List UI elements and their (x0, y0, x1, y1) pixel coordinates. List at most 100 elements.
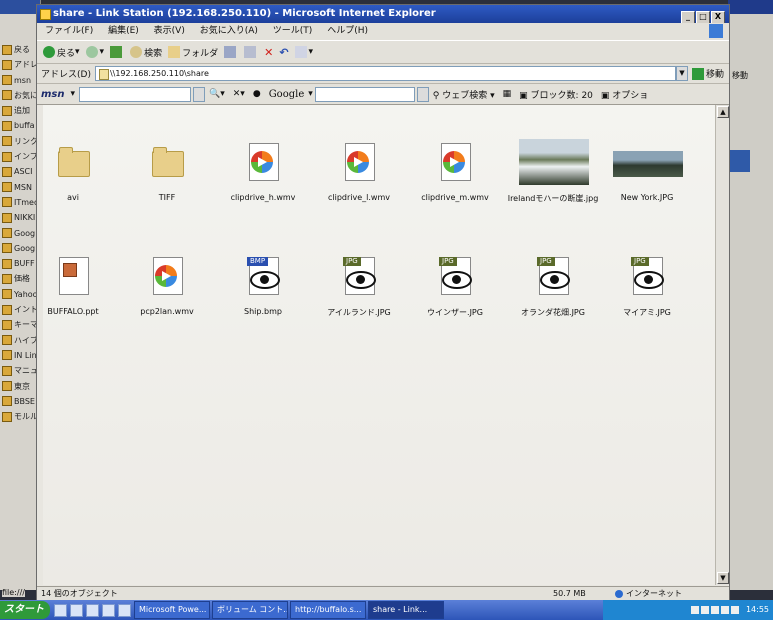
left-favorite-item[interactable]: お気に入り (0, 88, 40, 103)
copy-to-button[interactable] (244, 46, 258, 58)
left-favorite-item[interactable]: msn (0, 73, 40, 88)
file-name: TIFF (158, 193, 176, 202)
google-search-input[interactable] (314, 86, 415, 102)
quicklaunch-app-icon[interactable] (118, 603, 131, 617)
scroll-up-arrow[interactable]: ▲ (717, 106, 729, 118)
task-share-linkstation[interactable]: share - Link... (368, 601, 444, 619)
left-favorite-item[interactable]: IN Lin (0, 348, 40, 363)
copy-to-icon (244, 46, 257, 58)
options-button[interactable]: ▣ オプショ (601, 88, 648, 101)
favorite-icon (2, 75, 12, 86)
address-label: アドレス(D) (41, 70, 91, 80)
file-item[interactable]: New York.JPG (601, 139, 693, 202)
address-dropdown[interactable]: ▼ (675, 66, 688, 81)
up-folder-button[interactable] (110, 46, 124, 58)
start-button[interactable]: スタート (0, 601, 50, 619)
menu-view[interactable]: 表示(V) (154, 26, 185, 36)
menu-edit[interactable]: 編集(E) (108, 26, 139, 36)
file-item[interactable]: JPG アイルランド.JPG (313, 253, 405, 318)
left-favorite-item[interactable]: NIKKI (0, 210, 40, 225)
file-item[interactable]: avi (27, 139, 119, 202)
tray-icon[interactable] (721, 605, 730, 614)
pagerank-icon[interactable]: ▦ (503, 89, 512, 99)
left-favorite-item[interactable]: モルル (0, 409, 40, 424)
file-item[interactable]: JPG マイアミ.JPG (601, 253, 693, 318)
msn-buddy-icon[interactable]: ● (253, 89, 261, 99)
msn-close-button[interactable]: ✕▾ (233, 89, 245, 99)
file-item[interactable]: JPG オランダ花畑.JPG (507, 253, 599, 318)
msn-search-button[interactable]: 🔍▾ (209, 89, 225, 99)
quicklaunch-desktop-icon[interactable] (54, 603, 67, 617)
right-go-label[interactable]: 移動 (732, 70, 748, 81)
options-icon: ▣ (600, 90, 610, 101)
file-item[interactable]: BUFFALO.ppt (27, 253, 119, 316)
file-item[interactable]: JPG ウインザー.JPG (409, 253, 501, 318)
vertical-scrollbar[interactable]: ▲ ▼ (715, 105, 729, 585)
forward-button[interactable]: ▾ (85, 46, 104, 58)
tray-icon[interactable] (711, 605, 720, 614)
web-search-button[interactable]: ⚲ ウェブ検索 ▾ (433, 88, 495, 101)
address-input[interactable]: \\192.168.250.110\share (94, 66, 676, 81)
task-powerpoint[interactable]: Microsoft Powe... (134, 601, 210, 619)
left-favorite-item[interactable]: アドレス (0, 57, 40, 72)
file-item[interactable]: clipdrive_l.wmv (313, 139, 405, 202)
left-favorite-item[interactable]: 戻る (0, 42, 40, 57)
tray-icon[interactable] (701, 605, 710, 614)
file-name: Ship.bmp (244, 307, 282, 316)
google-label[interactable]: Google (269, 89, 305, 100)
menu-file[interactable]: ファイル(F) (45, 26, 93, 36)
file-item[interactable]: clipdrive_m.wmv (409, 139, 501, 202)
favorite-icon (2, 212, 12, 223)
search-button[interactable]: 検索 (130, 46, 162, 59)
msn-search-dropdown[interactable] (193, 86, 206, 102)
quicklaunch-mail-icon[interactable] (86, 603, 99, 617)
menu-tools[interactable]: ツール(T) (273, 26, 313, 36)
msn-logo[interactable]: msn (41, 89, 65, 100)
file-item[interactable]: TIFF (121, 139, 213, 202)
left-favorite-item[interactable]: ハイブ (0, 333, 40, 348)
folders-label: フォルダ (182, 48, 219, 59)
address-bar: アドレス(D) \\192.168.250.110\share ▼ 移動 (37, 64, 729, 84)
back-button[interactable]: 戻る ▾ (43, 46, 80, 59)
tray-icon[interactable] (691, 605, 700, 614)
popup-blocker-button[interactable]: ▣ ブロック数: 20 (519, 88, 593, 101)
menu-help[interactable]: ヘルプ(H) (327, 26, 368, 36)
go-button[interactable]: 移動 (691, 67, 724, 80)
task-volume-control[interactable]: ボリューム コント... (212, 601, 288, 619)
left-favorite-item[interactable]: Goog (0, 226, 40, 241)
left-favorite-item[interactable]: 追加 (0, 103, 40, 118)
title-bar[interactable]: share - Link Station (192.168.250.110) -… (37, 5, 729, 24)
move-to-icon (224, 46, 237, 58)
google-search-dropdown[interactable] (416, 86, 429, 102)
left-favorite-item[interactable]: マニュ (0, 363, 40, 378)
left-favorite-item[interactable]: キーマ (0, 317, 40, 332)
delete-button[interactable]: ✕ (264, 46, 273, 59)
clock[interactable]: 14:55 (746, 605, 769, 614)
file-item[interactable]: Irelandモハーの断崖.jpg (507, 139, 599, 204)
views-button[interactable]: ▾ (294, 46, 313, 58)
favorite-label: Goog (14, 228, 36, 238)
undo-button[interactable]: ↶ (279, 46, 288, 59)
menu-favorites[interactable]: お気に入り(A) (200, 26, 258, 36)
file-type-badge: JPG (537, 257, 555, 266)
file-item[interactable]: BMP Ship.bmp (217, 253, 309, 316)
left-favorite-item[interactable]: 東京 (0, 379, 40, 394)
google-menu-dropdown[interactable]: ▾ (308, 89, 313, 99)
system-tray: 14:55 (603, 600, 773, 620)
move-to-button[interactable] (224, 46, 238, 58)
quicklaunch-media-icon[interactable] (102, 603, 115, 617)
task-browser-buffalo[interactable]: http://buffalo.s... (290, 601, 366, 619)
left-favorite-item[interactable]: BBSE (0, 394, 40, 409)
left-favorite-item[interactable]: buffa (0, 118, 40, 133)
scroll-down-arrow[interactable]: ▼ (717, 572, 729, 584)
quicklaunch-ie-icon[interactable] (70, 603, 83, 617)
standard-toolbar: 戻る ▾ ▾ 検索 フォルダ ✕ ↶ ▾ (37, 40, 729, 64)
file-item[interactable]: pcp2lan.wmv (121, 253, 213, 316)
msn-menu-dropdown[interactable]: ▾ (71, 89, 76, 99)
file-item[interactable]: clipdrive_h.wmv (217, 139, 309, 202)
msn-search-input[interactable] (79, 86, 192, 102)
delete-x-icon: ✕ (264, 45, 274, 59)
favorite-icon (2, 228, 12, 239)
folders-button[interactable]: フォルダ (168, 46, 218, 59)
tray-icon[interactable] (731, 605, 740, 614)
